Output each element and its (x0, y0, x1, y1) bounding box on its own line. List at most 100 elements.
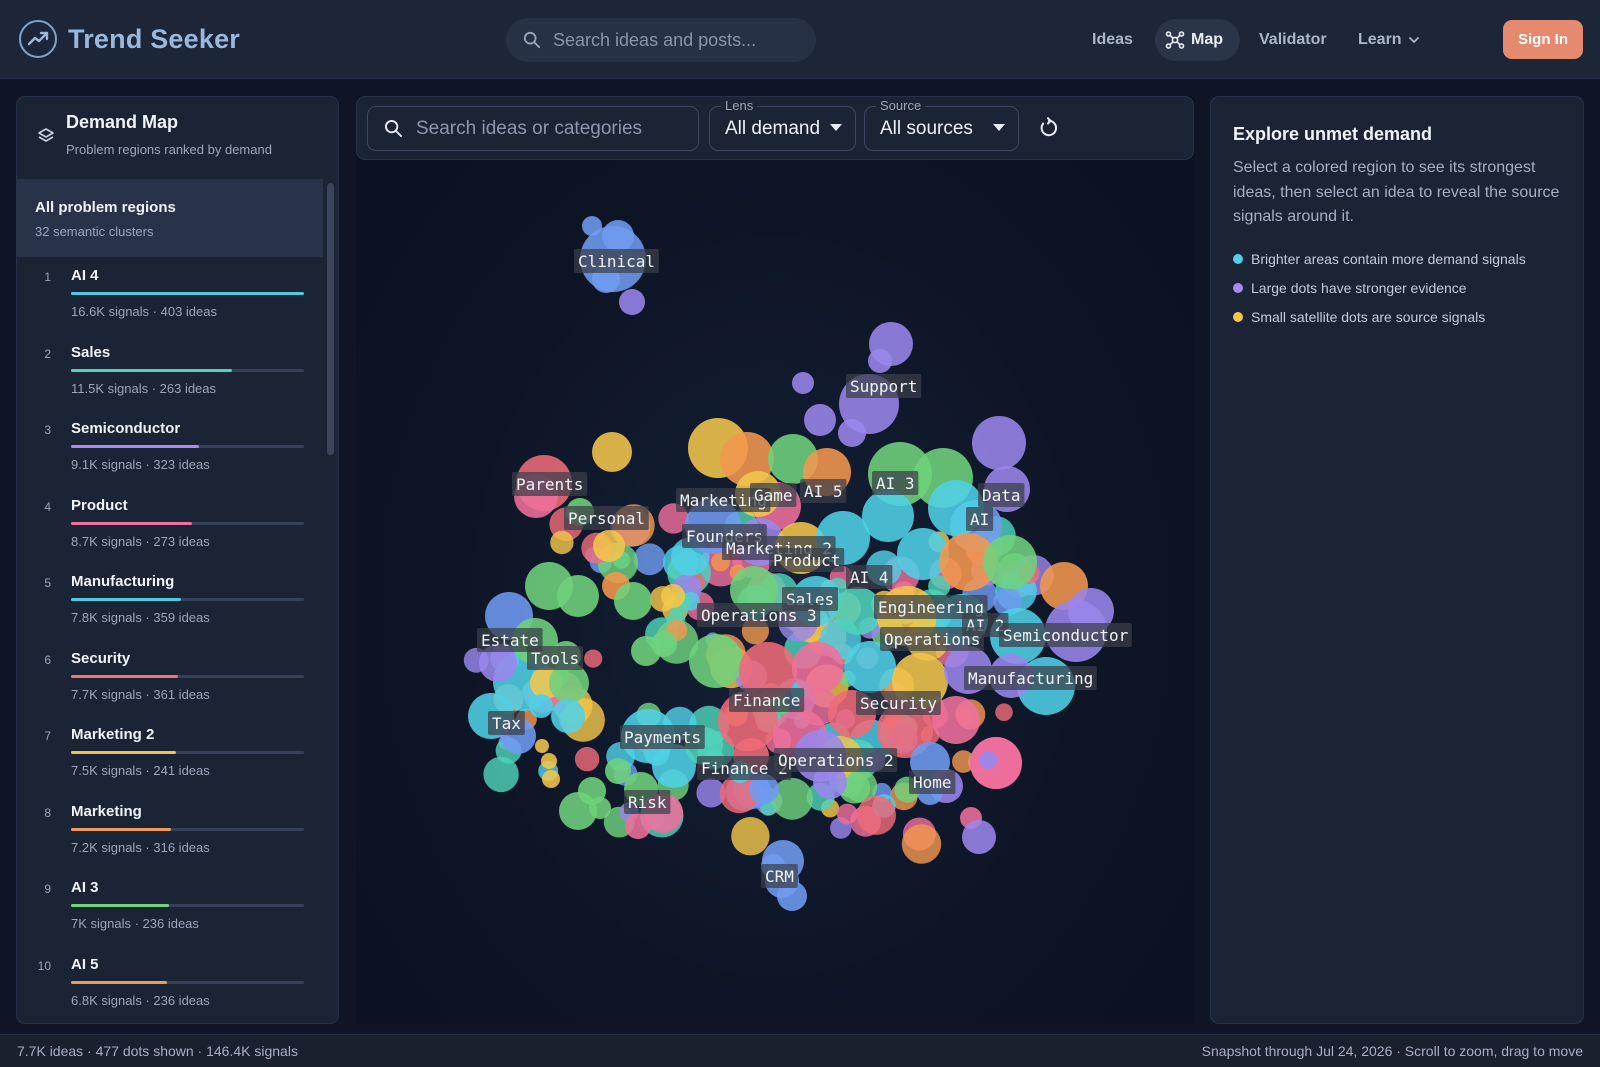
idea-dot[interactable] (605, 758, 631, 784)
region-label[interactable]: Home (909, 770, 956, 794)
idea-dot[interactable] (868, 349, 892, 373)
region-label[interactable]: Manufacturing (964, 666, 1097, 690)
idea-dot[interactable] (593, 530, 625, 562)
idea-dot[interactable] (529, 694, 553, 718)
region-item[interactable]: 9 AI 3 7K signals · 236 ideas (17, 869, 323, 946)
region-label[interactable]: Semiconductor (999, 623, 1132, 647)
idea-dot[interactable] (836, 803, 858, 825)
idea-dot[interactable] (979, 751, 997, 769)
global-search-input[interactable]: Search ideas and posts... (506, 18, 816, 62)
region-label-text: Operations 3 (701, 606, 817, 625)
region-label[interactable]: Operations 3 (697, 603, 821, 627)
region-item[interactable]: 4 Product 8.7K signals · 273 ideas (17, 487, 323, 564)
idea-dot[interactable] (651, 631, 677, 657)
idea-dot[interactable] (535, 739, 549, 753)
region-name: Marketing (71, 802, 142, 820)
scrollbar-thumb[interactable] (327, 183, 334, 455)
nav-validator[interactable]: Validator (1259, 19, 1327, 61)
bubble-map[interactable]: ClinicalSupportParentsPersonalMarketingG… (356, 96, 1194, 1024)
region-label[interactable]: Risk (624, 790, 671, 814)
region-item[interactable]: 5 Manufacturing 7.8K signals · 359 ideas (17, 563, 323, 640)
legend-dot (1233, 282, 1243, 293)
nav-map[interactable]: Map (1155, 19, 1240, 61)
idea-dot[interactable] (619, 289, 645, 315)
idea-dot[interactable] (804, 404, 836, 436)
region-item[interactable]: 1 AI 4 16.6K signals · 403 ideas (17, 257, 323, 334)
region-item[interactable]: 7 Marketing 2 7.5K signals · 241 ideas (17, 716, 323, 793)
demand-bar (71, 904, 304, 907)
region-label[interactable]: Parents (512, 472, 588, 496)
idea-dot[interactable] (972, 416, 1026, 470)
region-name: AI 5 (71, 955, 99, 973)
region-stats: 7.2K signals · 316 ideas (71, 839, 210, 855)
region-label[interactable]: Support (846, 374, 922, 398)
region-item[interactable]: 2 Sales 11.5K signals · 263 ideas (17, 334, 323, 411)
region-name: Semiconductor (71, 420, 181, 437)
idea-dot[interactable] (689, 634, 743, 688)
demand-map-canvas[interactable]: Clinical Support Parents Personal Marketing G… (356, 96, 1194, 1024)
idea-dot[interactable] (838, 419, 866, 447)
all-regions-title: All problem regions (35, 199, 176, 216)
idea-dot[interactable] (856, 795, 896, 835)
idea-dot[interactable] (592, 432, 632, 472)
idea-dot[interactable] (731, 817, 770, 856)
idea-dot[interactable] (983, 535, 1037, 589)
sign-in-button[interactable]: Sign In (1503, 20, 1583, 59)
nav-ideas[interactable]: Ideas (1092, 19, 1133, 61)
idea-dot[interactable] (661, 584, 685, 608)
idea-dot[interactable] (582, 216, 602, 236)
region-label[interactable]: AI 3 (872, 471, 919, 495)
idea-dot[interactable] (551, 699, 585, 733)
region-label[interactable]: AI 5 (800, 479, 847, 503)
region-label[interactable]: Security (856, 691, 941, 715)
region-item[interactable]: 6 Security 7.7K signals · 361 ideas (17, 640, 323, 717)
idea-dot[interactable] (633, 543, 666, 576)
region-label[interactable]: CRM (761, 864, 798, 888)
idea-dot[interactable] (542, 770, 560, 788)
region-label-text: Finance (733, 691, 800, 710)
idea-dot[interactable] (589, 797, 611, 819)
idea-dot[interactable] (995, 703, 1013, 721)
map-search-input[interactable]: Search ideas or categories (367, 106, 699, 151)
region-label[interactable]: Payments (620, 725, 705, 749)
lens-select[interactable]: Lens All demand (709, 98, 856, 151)
idea-dot[interactable] (602, 220, 634, 252)
region-item[interactable]: 10 AI 5 6.8K signals · 236 ideas (17, 946, 323, 1023)
reset-view-icon[interactable] (1038, 117, 1060, 139)
region-label[interactable]: Finance (729, 688, 805, 712)
idea-dot[interactable] (792, 372, 814, 394)
source-select[interactable]: Source All sources (864, 98, 1019, 151)
region-label[interactable]: AI (966, 507, 994, 531)
region-label[interactable]: Operations (880, 627, 984, 651)
lens-value: All demand (725, 117, 821, 139)
idea-dot[interactable] (962, 820, 996, 854)
region-label[interactable]: Game (750, 483, 797, 507)
region-item[interactable]: 3 Semiconductor 9.1K signals · 323 ideas (17, 410, 323, 487)
region-label[interactable]: Clinical (574, 249, 659, 273)
region-label[interactable]: Operations 2 (774, 748, 898, 772)
idea-dot[interactable] (625, 813, 651, 839)
idea-dot[interactable] (901, 824, 942, 864)
region-label[interactable]: AI 4 (846, 565, 893, 589)
brand[interactable]: Trend Seeker (19, 20, 240, 58)
idea-dot[interactable] (584, 649, 603, 668)
region-label[interactable]: Tools (527, 646, 583, 670)
region-label[interactable]: Data (978, 483, 1025, 507)
idea-dot[interactable] (550, 530, 574, 555)
panel-title: Demand Map (66, 112, 179, 132)
region-label[interactable]: Personal (564, 506, 649, 530)
region-label-text: AI (970, 510, 989, 529)
network-icon (1165, 31, 1185, 49)
idea-dot[interactable] (574, 746, 600, 772)
idea-dot[interactable] (557, 575, 599, 617)
demand-bar-fill (71, 368, 232, 372)
region-label[interactable]: Product (769, 548, 845, 572)
region-label[interactable]: Tax (488, 711, 525, 735)
idea-dot[interactable] (614, 582, 652, 620)
idea-dot[interactable] (541, 753, 557, 769)
idea-dot[interactable] (792, 642, 844, 694)
region-item[interactable]: 8 Marketing 7.2K signals · 316 ideas (17, 793, 323, 870)
all-problem-regions-item[interactable]: All problem regions 32 semantic clusters (17, 179, 323, 257)
region-rank: 2 (44, 346, 51, 361)
nav-learn[interactable]: Learn (1358, 19, 1420, 61)
